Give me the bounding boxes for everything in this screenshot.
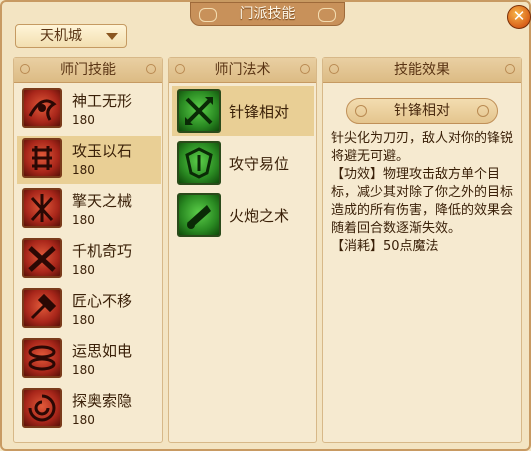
corner-ornament-icon bbox=[300, 64, 310, 74]
sigil-icon bbox=[22, 88, 62, 128]
sect-skill-level: 180 bbox=[72, 413, 95, 427]
cannon-icon bbox=[177, 193, 221, 237]
sect-skill-level: 180 bbox=[72, 363, 95, 377]
sect-skills-panel: 师门技能 神工无形 180 攻玉以石 180 擎天之械 180 千机奇巧 180 匠心不移 180… bbox=[13, 57, 163, 443]
sect-skill-row[interactable]: 运思如电 180 bbox=[17, 336, 161, 384]
window-titlebar: 门派技能 bbox=[190, 2, 345, 26]
corner-ornament-icon bbox=[329, 64, 339, 74]
sect-skill-row[interactable]: 擎天之械 180 bbox=[17, 186, 161, 234]
sect-skill-row[interactable]: 神工无形 180 bbox=[17, 86, 161, 134]
sect-skill-name: 神工无形 bbox=[72, 92, 133, 110]
city-dropdown[interactable]: 天机城 bbox=[15, 24, 127, 48]
cross-tools-icon bbox=[22, 238, 62, 278]
sect-skill-name: 攻玉以石 bbox=[72, 142, 133, 160]
sect-skill-row[interactable]: 千机奇巧 180 bbox=[17, 236, 161, 284]
shield-swap-icon bbox=[177, 141, 221, 185]
pillar-icon bbox=[22, 188, 62, 228]
corner-ornament-icon bbox=[20, 64, 30, 74]
vortex-icon bbox=[22, 388, 62, 428]
close-button[interactable]: ✕ bbox=[507, 5, 531, 29]
sect-skill-level: 180 bbox=[72, 213, 95, 227]
sect-skill-row[interactable]: 攻玉以石 180 bbox=[17, 136, 161, 184]
sect-skill-level: 180 bbox=[72, 113, 95, 127]
sect-spells-panel: 师门法术 针锋相对攻守易位火炮之术 bbox=[168, 57, 317, 443]
sect-spell-name: 针锋相对 bbox=[229, 103, 290, 121]
close-icon: ✕ bbox=[512, 7, 526, 25]
sect-spell-row[interactable]: 火炮之术 bbox=[172, 190, 314, 240]
corner-ornament-icon bbox=[146, 64, 156, 74]
crossed-blades-icon bbox=[177, 89, 221, 133]
effect-title-banner: 针锋相对 bbox=[346, 98, 498, 124]
hammer-icon bbox=[22, 288, 62, 328]
effect-description-block: 针尖化为刀刃，敌人对你的锋锐将避无可避。 【功效】物理攻击敌方单个目标，减少其对… bbox=[331, 130, 517, 256]
sect-skill-row[interactable]: 探奥索隐 180 bbox=[17, 386, 161, 434]
effect-function-line: 【功效】物理攻击敌方单个目标，减少其对除了你之外的目标造成的所有伤害，降低的效果… bbox=[331, 167, 514, 236]
sect-skill-level: 180 bbox=[72, 263, 95, 277]
effect-cost-line: 【消耗】50点魔法 bbox=[331, 239, 439, 254]
effect-description: 针尖化为刀刃，敌人对你的锋锐将避无可避。 bbox=[331, 131, 514, 164]
skill-effect-header: 技能效果 bbox=[323, 58, 521, 83]
sect-skill-name: 擎天之械 bbox=[72, 192, 133, 210]
sect-skill-level: 180 bbox=[72, 313, 95, 327]
sect-skills-header: 师门技能 bbox=[14, 58, 162, 83]
sect-skill-name: 运思如电 bbox=[72, 342, 133, 360]
sect-spell-row[interactable]: 针锋相对 bbox=[172, 86, 314, 136]
sect-spells-header: 师门法术 bbox=[169, 58, 316, 83]
sect-spell-name: 火炮之术 bbox=[229, 207, 290, 225]
sect-skill-row[interactable]: 匠心不移 180 bbox=[17, 286, 161, 334]
skill-effect-panel: 技能效果 针锋相对 针尖化为刀刃，敌人对你的锋锐将避无可避。 【功效】物理攻击敌… bbox=[322, 57, 522, 443]
swirl-icon bbox=[22, 338, 62, 378]
chevron-down-icon bbox=[106, 33, 118, 40]
sect-spell-row[interactable]: 攻守易位 bbox=[172, 138, 314, 188]
sect-skills-window: 门派技能 ✕ 天机城 师门技能 神工无形 180 攻玉以石 180 擎天之械 180 千机奇… bbox=[0, 0, 531, 451]
sect-skill-name: 千机奇巧 bbox=[72, 242, 133, 260]
corner-ornament-icon bbox=[175, 64, 185, 74]
effect-title: 针锋相对 bbox=[394, 103, 450, 119]
sect-skill-name: 探奥索隐 bbox=[72, 392, 133, 410]
sect-spells-header-label: 师门法术 bbox=[214, 62, 271, 78]
cloud-ornament-icon bbox=[199, 8, 217, 22]
skill-effect-header-label: 技能效果 bbox=[394, 62, 450, 78]
lattice-icon bbox=[22, 138, 62, 178]
corner-ornament-icon bbox=[505, 64, 515, 74]
cloud-ornament-icon bbox=[355, 105, 367, 117]
window-title: 门派技能 bbox=[239, 6, 296, 22]
cloud-ornament-icon bbox=[318, 8, 336, 22]
cloud-ornament-icon bbox=[477, 105, 489, 117]
sect-skill-level: 180 bbox=[72, 163, 95, 177]
sect-skills-header-label: 师门技能 bbox=[60, 62, 116, 78]
sect-skill-name: 匠心不移 bbox=[72, 292, 133, 310]
city-dropdown-value: 天机城 bbox=[40, 28, 82, 44]
sect-spell-name: 攻守易位 bbox=[229, 155, 290, 173]
